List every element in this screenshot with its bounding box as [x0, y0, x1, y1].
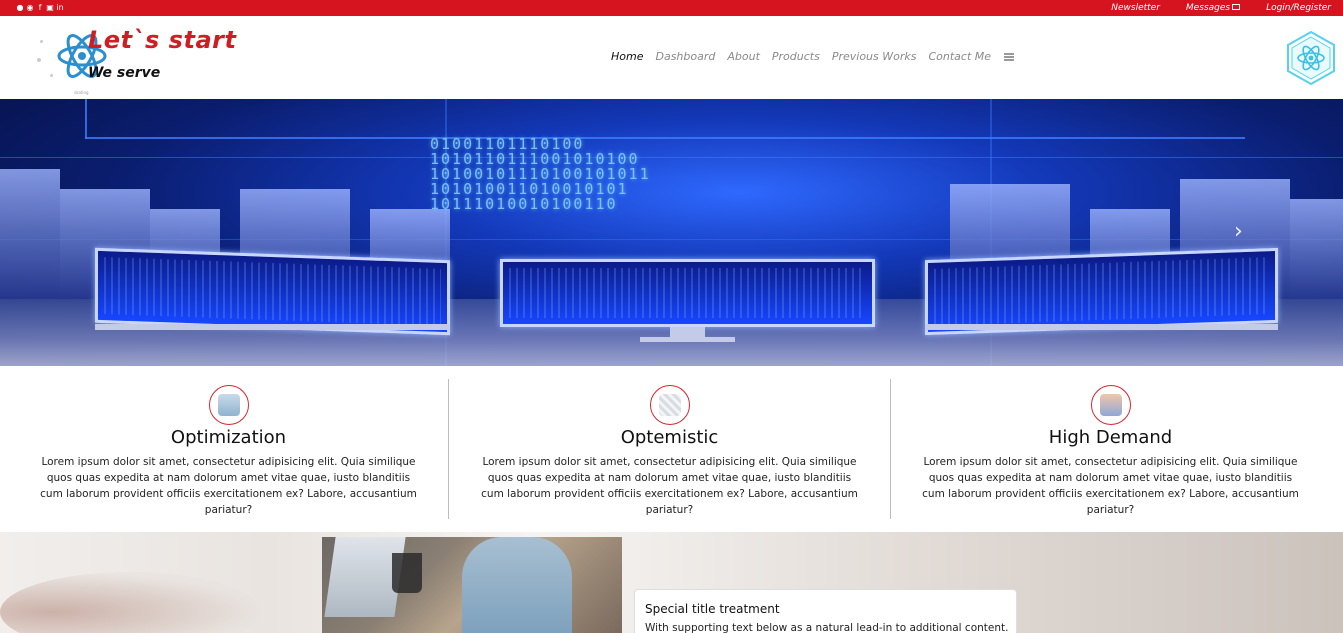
person-icon — [1099, 394, 1122, 416]
monitor-screen — [509, 268, 866, 318]
monitor-screen — [104, 257, 441, 326]
monitor-stand — [670, 327, 705, 337]
newsletter-link[interactable]: Newsletter — [1111, 2, 1160, 14]
decor-dot — [50, 74, 53, 77]
envelope-icon — [1232, 4, 1241, 10]
navbar: Let`s start We serve skating Home Dashbo… — [0, 16, 1343, 99]
card-text: With supporting text below as a natural … — [645, 622, 1009, 633]
features-section: Optimization Lorem ipsum dolor sit amet,… — [0, 366, 1343, 532]
feature-optimization: Optimization Lorem ipsum dolor sit amet,… — [8, 366, 449, 532]
react-hexagon-icon[interactable] — [1285, 30, 1337, 86]
feature-title: Optemistic — [620, 427, 719, 448]
left-monitor — [95, 247, 450, 336]
social-links: ● ◉ f ▣ in — [16, 3, 64, 12]
nav-dashboard[interactable]: Dashboard — [655, 50, 715, 63]
optemistic-icon — [649, 385, 690, 425]
cup-shape — [392, 553, 422, 593]
linkedin-icon[interactable]: in — [56, 3, 64, 12]
feature-optemistic: Optemistic Lorem ipsum dolor sit amet, c… — [449, 366, 890, 532]
feature-text: Lorem ipsum dolor sit amet, consectetur … — [922, 456, 1299, 516]
facebook-icon[interactable]: f — [36, 3, 44, 12]
feature-text: Lorem ipsum dolor sit amet, consectetur … — [481, 456, 858, 516]
city-building — [0, 169, 60, 299]
decor-line — [85, 99, 87, 139]
nav-about[interactable]: About — [727, 50, 760, 63]
monitor-base — [925, 324, 1278, 330]
work-photo — [322, 537, 622, 633]
optimization-icon — [208, 385, 249, 425]
messages-link[interactable]: Messages — [1185, 2, 1241, 14]
feature-high-demand: High Demand Lorem ipsum dolor sit amet, … — [890, 366, 1331, 532]
top-bar: ● ◉ f ▣ in Newsletter Messages Login/Reg… — [0, 0, 1343, 16]
info-card: Special title treatment With supporting … — [634, 589, 1017, 633]
feature-title: Optimization — [170, 427, 287, 448]
background-blur — [0, 572, 260, 633]
person-shape — [462, 537, 572, 633]
main-nav: Home Dashboard About Products Previous W… — [611, 50, 1015, 63]
feature-text: Lorem ipsum dolor sit amet, consectetur … — [40, 456, 417, 516]
right-monitor — [925, 247, 1278, 336]
login-register-link[interactable]: Login/Register — [1266, 2, 1331, 14]
nav-home[interactable]: Home — [611, 50, 643, 63]
monitor-screen — [934, 257, 1269, 326]
binary-sphere: 01001101110100 1010110111001010100 10100… — [430, 135, 651, 213]
brand-title[interactable]: Let`s start — [88, 26, 236, 54]
monitor-base — [95, 324, 450, 330]
about-section: Special title treatment With supporting … — [0, 532, 1343, 633]
feature-title: High Demand — [1048, 427, 1173, 448]
nav-previous-works[interactable]: Previous Works — [832, 50, 917, 63]
user-icon[interactable]: ● — [16, 3, 24, 12]
brand-subtitle: We serve — [88, 65, 161, 81]
chart-icon — [658, 394, 681, 416]
high-demand-icon — [1090, 385, 1131, 425]
instagram-icon[interactable]: ▣ — [46, 3, 54, 12]
nav-products[interactable]: Products — [772, 50, 820, 63]
github-icon[interactable]: ◉ — [26, 3, 34, 12]
top-links: Newsletter Messages Login/Register — [1111, 2, 1331, 14]
decor-dot — [40, 40, 43, 43]
nav-contact-me[interactable]: Contact Me — [928, 50, 991, 63]
city-building — [1290, 199, 1343, 299]
decor-dot — [37, 58, 41, 62]
hamburger-menu-icon[interactable] — [1004, 52, 1015, 61]
brand-tiny-text: skating — [74, 90, 89, 95]
robot-icon — [217, 394, 240, 416]
card-title: Special title treatment — [645, 602, 780, 616]
hero-carousel: 01001101110100 1010110111001010100 10100… — [0, 99, 1343, 366]
carousel-next-icon[interactable]: › — [1234, 219, 1243, 244]
messages-label: Messages — [1185, 3, 1231, 13]
monitor-base — [640, 337, 735, 342]
center-monitor — [500, 259, 875, 327]
